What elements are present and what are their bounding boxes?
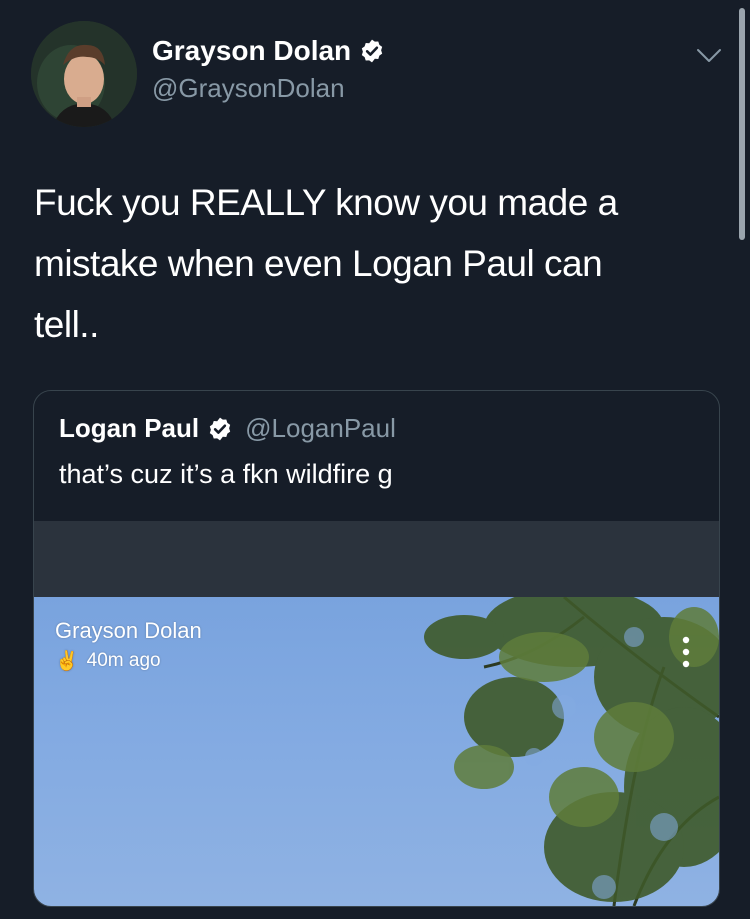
verified-badge-icon [209, 417, 231, 440]
scrollbar[interactable] [739, 8, 745, 240]
avatar-photo [31, 21, 137, 127]
author-handle[interactable]: @GraysonDolan [152, 73, 345, 104]
snap-overlay-name: Grayson Dolan [55, 618, 202, 643]
peace-sign-icon: ✌️ [55, 651, 79, 672]
tree-branches-graphic [424, 597, 719, 906]
author-display-name[interactable]: Grayson Dolan [152, 35, 385, 67]
vertical-dots-icon[interactable] [682, 634, 690, 670]
chevron-down-icon[interactable] [694, 40, 724, 70]
tweet-text: Fuck you REALLY know you made a mistake … [34, 182, 618, 345]
tweet-screen: Grayson Dolan @GraysonDolan Fuck you REA… [0, 0, 750, 919]
quoted-tweet-text: that’s cuz it’s a fkn wildfire g [59, 459, 393, 489]
quoted-author-name[interactable]: Logan Paul [59, 413, 199, 444]
media-top-strip [34, 521, 719, 597]
snap-overlay-time: 40m ago [86, 650, 161, 671]
author-name-text[interactable]: Grayson Dolan [152, 35, 351, 67]
quoted-tweet-image[interactable]: Grayson Dolan ✌️ 40m ago [34, 597, 719, 906]
quoted-tweet-header: Logan Paul @LoganPaul [59, 413, 396, 444]
quoted-tweet-card[interactable]: Logan Paul @LoganPaul that’s cuz it’s a … [33, 390, 720, 907]
snap-overlay-time-row: ✌️ 40m ago [55, 649, 161, 673]
quoted-author-handle[interactable]: @LoganPaul [245, 413, 396, 444]
verified-badge-icon [361, 39, 383, 63]
author-avatar[interactable] [31, 21, 137, 127]
